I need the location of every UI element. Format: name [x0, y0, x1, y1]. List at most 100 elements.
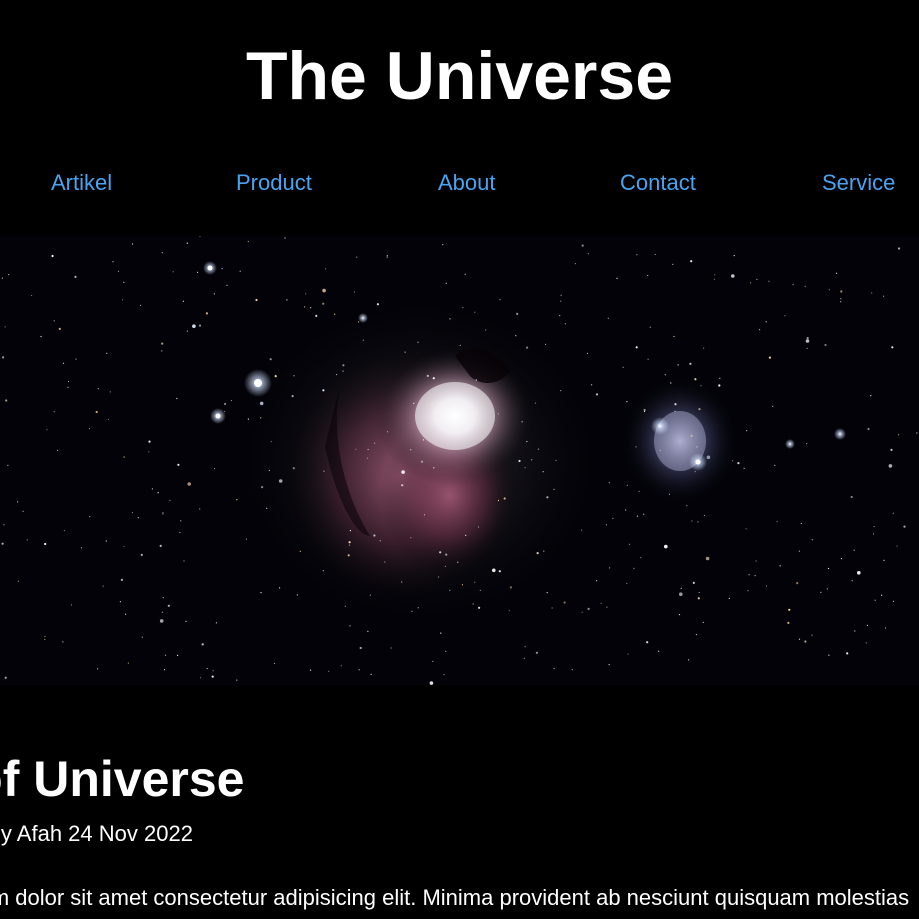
star: [123, 545, 125, 548]
star: [102, 585, 104, 587]
star: [479, 410, 481, 412]
star: [492, 568, 496, 573]
star: [607, 317, 609, 319]
nav-link-service[interactable]: Service: [822, 166, 895, 200]
star: [386, 431, 389, 433]
star: [609, 567, 611, 569]
star: [560, 390, 562, 392]
star: [278, 479, 283, 483]
nav-link-contact[interactable]: Contact: [620, 166, 696, 200]
star: [853, 549, 855, 551]
star: [273, 662, 276, 665]
star: [747, 590, 749, 592]
star: [883, 295, 885, 297]
star: [420, 460, 424, 463]
star: [719, 377, 721, 379]
star: [356, 256, 358, 258]
star: [51, 254, 54, 258]
star: [788, 608, 791, 611]
star: [518, 459, 521, 463]
star: [805, 339, 810, 343]
star: [553, 667, 555, 670]
star: [315, 314, 318, 317]
star: [756, 278, 758, 280]
star: [694, 471, 696, 473]
star: [117, 270, 120, 272]
star: [612, 517, 614, 519]
star: [431, 403, 433, 405]
main-nav: Artikel Product About Contact Service: [0, 166, 919, 200]
star: [714, 274, 716, 276]
star: [854, 630, 856, 632]
star: [292, 467, 295, 470]
star: [384, 561, 386, 563]
star: [784, 315, 786, 317]
star: [768, 280, 770, 282]
star: [465, 534, 467, 536]
star: [636, 515, 639, 517]
star: [344, 605, 346, 607]
star: [53, 320, 55, 322]
star: [367, 448, 369, 451]
star: [888, 464, 893, 468]
star: [873, 526, 875, 528]
star: [796, 582, 799, 585]
star: [162, 513, 164, 515]
star: [658, 650, 660, 652]
star: [745, 528, 747, 530]
star: [323, 470, 325, 472]
star: [691, 520, 693, 522]
star: [867, 427, 870, 431]
star: [449, 318, 451, 320]
star: [626, 401, 628, 403]
star: [600, 602, 602, 604]
star: [464, 273, 466, 275]
star: [698, 408, 701, 411]
star: [259, 401, 264, 406]
star: [497, 413, 499, 415]
star: [187, 482, 191, 486]
star: [123, 456, 125, 458]
star: [386, 256, 388, 258]
star: [127, 662, 129, 664]
star: [342, 364, 345, 367]
star: [625, 509, 627, 511]
hero-image: [0, 236, 919, 685]
star: [245, 538, 247, 540]
star: [131, 243, 134, 245]
star: [474, 581, 476, 583]
star: [328, 670, 330, 672]
star: [440, 632, 442, 634]
star: [1, 277, 3, 279]
star: [728, 597, 730, 599]
star: [58, 327, 61, 330]
star: [515, 335, 517, 337]
star: [892, 512, 894, 514]
star: [348, 544, 350, 546]
star: [186, 242, 188, 244]
nav-link-product[interactable]: Product: [236, 166, 312, 200]
star: [896, 545, 898, 547]
star: [703, 347, 705, 349]
star: [212, 670, 214, 672]
bright-star-core: [215, 413, 221, 419]
star: [226, 284, 228, 286]
star: [694, 378, 697, 381]
star: [53, 411, 55, 413]
star: [499, 299, 501, 301]
star: [433, 467, 435, 469]
star: [322, 288, 326, 293]
star: [340, 665, 342, 667]
star: [206, 667, 208, 670]
star: [508, 610, 510, 612]
star: [643, 410, 646, 413]
star: [199, 508, 201, 510]
star: [898, 434, 900, 436]
nav-link-artikel[interactable]: Artikel: [51, 166, 112, 200]
star: [851, 580, 853, 582]
star: [873, 533, 875, 535]
star: [63, 530, 65, 532]
nav-link-about[interactable]: About: [438, 166, 496, 200]
star: [224, 402, 227, 406]
star: [798, 638, 801, 640]
